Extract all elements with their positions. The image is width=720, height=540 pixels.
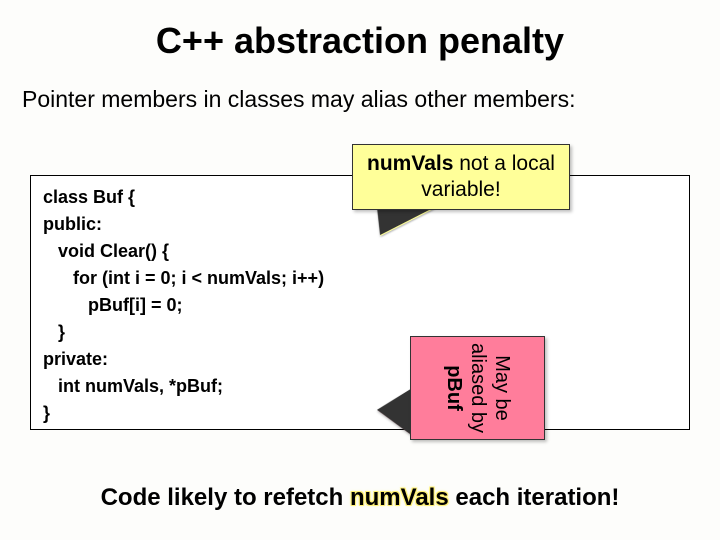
footnote-pre: Code likely to refetch [101, 484, 350, 511]
code-line: private: [43, 349, 108, 369]
subtitle-text: Pointer members in classes may alias oth… [0, 62, 720, 113]
code-listing: class Buf { public: void Clear() { for (… [30, 175, 690, 430]
code-line: public: [43, 214, 102, 234]
code-line: class Buf { [43, 187, 135, 207]
footnote-highlight: numVals [350, 484, 449, 511]
callout-numvals: numVals not a local variable! [352, 144, 570, 210]
callout-pbuf-bold: pBuf [443, 365, 465, 411]
callout-pbuf: May be aliased by pBuf [410, 336, 545, 440]
page-title: C++ abstraction penalty [0, 0, 720, 62]
slide: C++ abstraction penalty Pointer members … [0, 0, 720, 540]
code-line: for (int i = 0; i < numVals; i++) [43, 268, 324, 288]
callout-pbuf-line1: May be aliased by [467, 343, 513, 433]
code-line: } [43, 322, 65, 342]
code-line: int numVals, *pBuf; [43, 376, 223, 396]
callout-numvals-bold: numVals [367, 152, 453, 175]
code-line: pBuf[i] = 0; [43, 295, 183, 315]
code-line: } [43, 403, 50, 423]
footnote-post: each iteration! [449, 484, 620, 511]
callout-pbuf-pointer [378, 389, 412, 446]
callout-pbuf-text: May be aliased by pBuf [442, 336, 514, 440]
footnote: Code likely to refetch numVals each iter… [0, 484, 720, 512]
code-line: void Clear() { [43, 241, 169, 261]
